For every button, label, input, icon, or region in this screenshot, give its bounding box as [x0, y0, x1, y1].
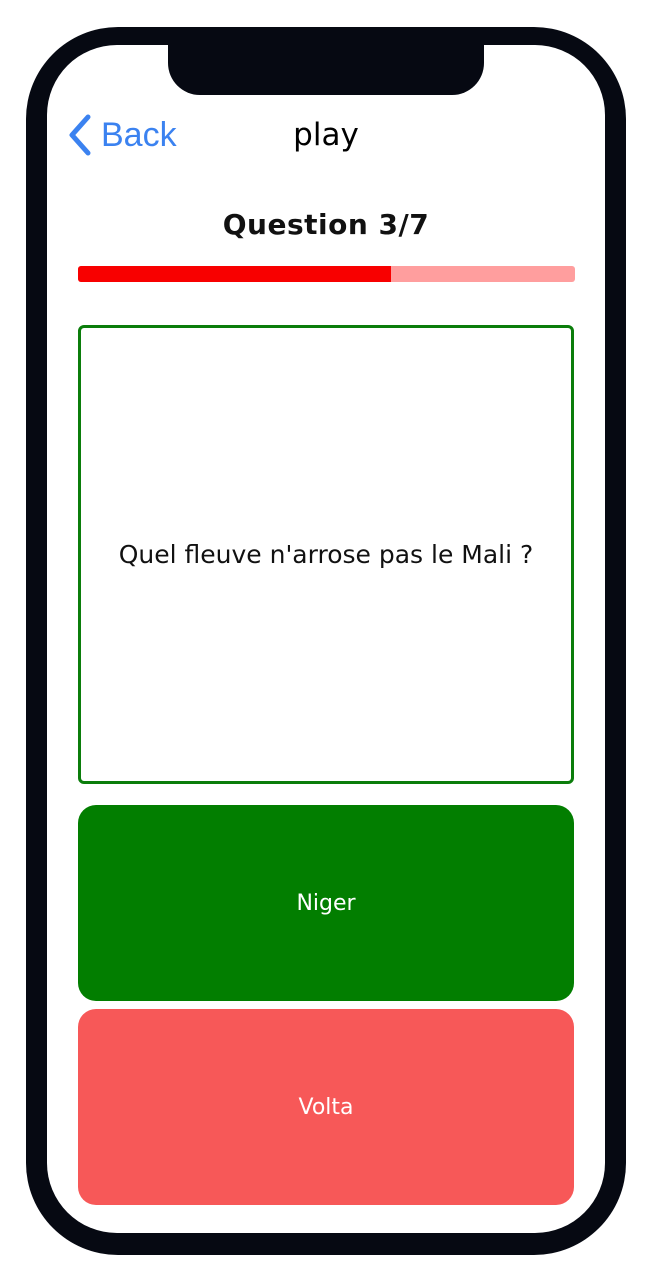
question-counter: Question 3/7 [222, 208, 430, 241]
notch [168, 45, 484, 95]
question-card: Quel fleuve n'arrose pas le Mali ? [78, 325, 574, 784]
phone-screen: Back play Question 3/7 Quel fleuve n'arr… [47, 45, 605, 1233]
navigation-bar: Back play [47, 107, 605, 163]
progress-bar-fill [78, 266, 392, 282]
progress-bar [78, 266, 575, 282]
answer-button-volta[interactable]: Volta [78, 1009, 574, 1205]
question-text: Quel fleuve n'arrose pas le Mali ? [118, 540, 534, 569]
answer-button-niger[interactable]: Niger [78, 805, 574, 1001]
answer-label: Volta [298, 1094, 354, 1120]
answer-label: Niger [296, 890, 356, 916]
screen-title: play [293, 117, 359, 153]
